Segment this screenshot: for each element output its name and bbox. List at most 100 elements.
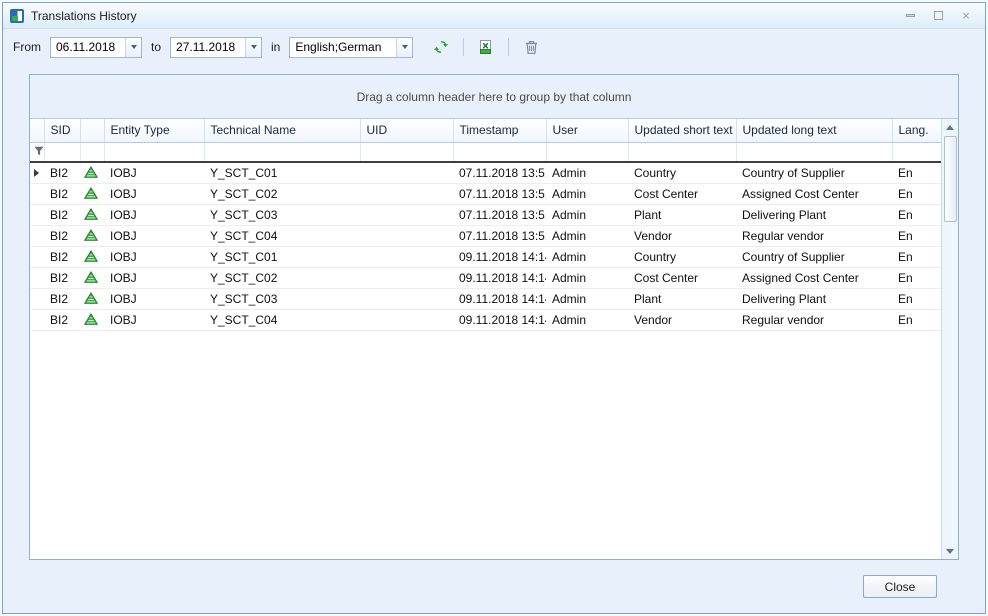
- cell-timestamp[interactable]: 07.11.2018 13:51: [453, 184, 546, 205]
- cell-uid[interactable]: [360, 205, 453, 226]
- cell-sid[interactable]: BI2: [44, 247, 80, 268]
- filter-cell-uid[interactable]: [360, 142, 453, 162]
- cell-sid[interactable]: BI2: [44, 162, 80, 184]
- cell-user[interactable]: Admin: [546, 205, 628, 226]
- cell-entity-type[interactable]: IOBJ: [104, 289, 204, 310]
- column-header-user[interactable]: User: [546, 119, 628, 142]
- filter-cell-icon[interactable]: [80, 142, 104, 162]
- column-header-short-text[interactable]: Updated short text: [628, 119, 736, 142]
- cell-user[interactable]: Admin: [546, 226, 628, 247]
- language-combo-value[interactable]: English;German: [290, 38, 396, 57]
- column-header-uid[interactable]: UID: [360, 119, 453, 142]
- filter-cell-timestamp[interactable]: [453, 142, 546, 162]
- maximize-button[interactable]: [931, 9, 945, 22]
- cell-entity-type[interactable]: IOBJ: [104, 205, 204, 226]
- to-date-value[interactable]: 27.11.2018: [171, 38, 245, 57]
- cell-sid[interactable]: BI2: [44, 310, 80, 331]
- cell-technical-name[interactable]: Y_SCT_C01: [204, 162, 360, 184]
- cell-timestamp[interactable]: 09.11.2018 14:14: [453, 268, 546, 289]
- cell-entity-type[interactable]: IOBJ: [104, 268, 204, 289]
- table-row[interactable]: BI2 IOBJ Y_SCT_C02 09.11.2018 14:14 Admi…: [30, 268, 941, 289]
- cell-sid[interactable]: BI2: [44, 184, 80, 205]
- from-date-dropdown-button[interactable]: [125, 38, 141, 57]
- cell-timestamp[interactable]: 09.11.2018 14:14: [453, 289, 546, 310]
- filter-cell-user[interactable]: [546, 142, 628, 162]
- language-dropdown-button[interactable]: [396, 38, 412, 57]
- cell-short-text[interactable]: Country: [628, 247, 736, 268]
- cell-short-text[interactable]: Vendor: [628, 226, 736, 247]
- close-button[interactable]: Close: [863, 575, 937, 598]
- cell-timestamp[interactable]: 07.11.2018 13:51: [453, 162, 546, 184]
- cell-long-text[interactable]: Delivering Plant: [736, 205, 892, 226]
- cell-long-text[interactable]: Regular vendor: [736, 226, 892, 247]
- cell-user[interactable]: Admin: [546, 289, 628, 310]
- cell-technical-name[interactable]: Y_SCT_C01: [204, 247, 360, 268]
- filter-cell-entity-type[interactable]: [104, 142, 204, 162]
- cell-technical-name[interactable]: Y_SCT_C03: [204, 205, 360, 226]
- cell-uid[interactable]: [360, 289, 453, 310]
- cell-entity-type[interactable]: IOBJ: [104, 310, 204, 331]
- cell-technical-name[interactable]: Y_SCT_C04: [204, 226, 360, 247]
- from-date-editor[interactable]: 06.11.2018: [50, 37, 142, 58]
- export-excel-button[interactable]: [475, 36, 497, 58]
- column-header-lang[interactable]: Lang.: [892, 119, 941, 142]
- cell-sid[interactable]: BI2: [44, 289, 80, 310]
- cell-uid[interactable]: [360, 310, 453, 331]
- cell-uid[interactable]: [360, 268, 453, 289]
- cell-uid[interactable]: [360, 247, 453, 268]
- group-by-panel[interactable]: Drag a column header here to group by th…: [30, 75, 958, 118]
- column-header-technical-name[interactable]: Technical Name: [204, 119, 360, 142]
- minimize-button[interactable]: [903, 9, 917, 22]
- cell-lang[interactable]: En: [892, 268, 941, 289]
- cell-long-text[interactable]: Country of Supplier: [736, 162, 892, 184]
- cell-entity-type[interactable]: IOBJ: [104, 184, 204, 205]
- language-combo[interactable]: English;German: [289, 37, 413, 58]
- cell-technical-name[interactable]: Y_SCT_C03: [204, 289, 360, 310]
- refresh-button[interactable]: [430, 36, 452, 58]
- cell-entity-type[interactable]: IOBJ: [104, 162, 204, 184]
- from-date-value[interactable]: 06.11.2018: [51, 38, 125, 57]
- cell-long-text[interactable]: Regular vendor: [736, 310, 892, 331]
- scrollbar-thumb[interactable]: [944, 136, 957, 222]
- filter-cell-sid[interactable]: [44, 142, 80, 162]
- cell-short-text[interactable]: Cost Center: [628, 184, 736, 205]
- cell-user[interactable]: Admin: [546, 310, 628, 331]
- cell-uid[interactable]: [360, 184, 453, 205]
- cell-uid[interactable]: [360, 162, 453, 184]
- table-row[interactable]: BI2 IOBJ Y_SCT_C04 07.11.2018 13:51 Admi…: [30, 226, 941, 247]
- delete-button[interactable]: [520, 36, 542, 58]
- to-date-dropdown-button[interactable]: [245, 38, 261, 57]
- close-window-button[interactable]: ×: [959, 9, 973, 22]
- cell-user[interactable]: Admin: [546, 247, 628, 268]
- cell-short-text[interactable]: Cost Center: [628, 268, 736, 289]
- cell-lang[interactable]: En: [892, 205, 941, 226]
- cell-long-text[interactable]: Assigned Cost Center: [736, 268, 892, 289]
- cell-technical-name[interactable]: Y_SCT_C04: [204, 310, 360, 331]
- column-header-long-text[interactable]: Updated long text: [736, 119, 892, 142]
- cell-user[interactable]: Admin: [546, 184, 628, 205]
- cell-technical-name[interactable]: Y_SCT_C02: [204, 184, 360, 205]
- cell-sid[interactable]: BI2: [44, 226, 80, 247]
- cell-user[interactable]: Admin: [546, 162, 628, 184]
- table-row[interactable]: BI2 IOBJ Y_SCT_C01 07.11.2018 13:51 Admi…: [30, 162, 941, 184]
- cell-uid[interactable]: [360, 226, 453, 247]
- cell-timestamp[interactable]: 07.11.2018 13:51: [453, 205, 546, 226]
- table-row[interactable]: BI2 IOBJ Y_SCT_C03 09.11.2018 14:14 Admi…: [30, 289, 941, 310]
- cell-long-text[interactable]: Country of Supplier: [736, 247, 892, 268]
- cell-sid[interactable]: BI2: [44, 268, 80, 289]
- cell-short-text[interactable]: Plant: [628, 289, 736, 310]
- column-header-timestamp[interactable]: Timestamp: [453, 119, 546, 142]
- column-header-entity-type[interactable]: Entity Type: [104, 119, 204, 142]
- column-header-sid[interactable]: SID: [44, 119, 80, 142]
- cell-lang[interactable]: En: [892, 247, 941, 268]
- cell-lang[interactable]: En: [892, 184, 941, 205]
- cell-lang[interactable]: En: [892, 226, 941, 247]
- filter-cell-technical-name[interactable]: [204, 142, 360, 162]
- cell-lang[interactable]: En: [892, 162, 941, 184]
- scroll-down-button[interactable]: [942, 543, 958, 559]
- vertical-scrollbar[interactable]: [941, 119, 958, 559]
- cell-timestamp[interactable]: 09.11.2018 14:14: [453, 247, 546, 268]
- cell-entity-type[interactable]: IOBJ: [104, 226, 204, 247]
- cell-technical-name[interactable]: Y_SCT_C02: [204, 268, 360, 289]
- cell-short-text[interactable]: Plant: [628, 205, 736, 226]
